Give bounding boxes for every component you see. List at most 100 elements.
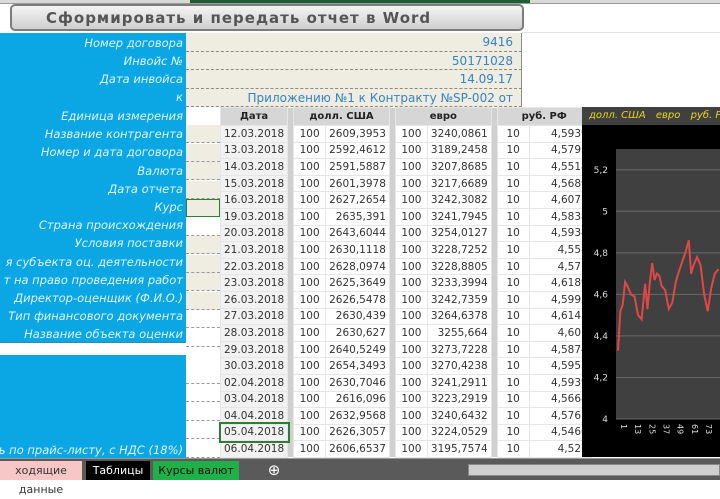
table-cell[interactable]: 3240,0861	[426, 125, 492, 143]
form-input-cell[interactable]	[186, 162, 220, 180]
invoice-number-field[interactable]: 50171028	[186, 51, 522, 70]
contract-number-field[interactable]: 9416	[186, 33, 522, 52]
form-input-cell[interactable]	[186, 421, 220, 439]
table-cell[interactable]: 10	[496, 307, 530, 326]
table-cell[interactable]: 20.03.2018	[219, 224, 289, 243]
table-cell[interactable]: 100	[394, 274, 428, 292]
table-cell[interactable]: 100	[394, 440, 428, 458]
table-cell[interactable]: 10	[496, 241, 530, 259]
table-cell[interactable]: 100	[293, 257, 327, 276]
table-cell[interactable]: 100	[293, 174, 327, 193]
table-cell[interactable]: 2616,096	[325, 390, 390, 409]
table-cell[interactable]: 3264,6378	[426, 307, 492, 326]
table-cell[interactable]: 2654,3493	[325, 357, 390, 375]
table-cell[interactable]: 23.03.2018	[219, 274, 289, 292]
table-cell[interactable]: 100	[394, 373, 428, 392]
table-cell[interactable]: 100	[293, 423, 327, 442]
tab-tables[interactable]: Таблицы	[86, 461, 150, 480]
generate-word-report-button[interactable]: Сформировать и передать отчет в Word	[10, 4, 524, 31]
table-cell[interactable]: 3207,8685	[426, 158, 492, 176]
table-cell[interactable]: 100	[394, 340, 428, 359]
table-cell[interactable]: 100	[394, 191, 428, 209]
table-cell[interactable]: 100	[293, 141, 327, 160]
table-cell[interactable]: 100	[394, 158, 428, 176]
table-cell[interactable]: 100	[394, 224, 428, 243]
table-cell[interactable]: 2632,9568	[325, 407, 390, 425]
table-cell[interactable]: 2591,5887	[325, 158, 390, 176]
table-cell[interactable]: 22.03.2018	[219, 257, 289, 276]
table-cell[interactable]: 100	[293, 158, 327, 176]
table-cell[interactable]: 100	[293, 191, 327, 209]
table-cell[interactable]: 3241,2911	[426, 373, 492, 392]
table-cell[interactable]: 3195,7574	[426, 440, 492, 458]
appendix-field[interactable]: Приложению №1 к Контракту №SP-002 от 27.…	[186, 88, 522, 123]
add-sheet-icon[interactable]: ⊕	[262, 461, 286, 480]
table-cell[interactable]: 10	[496, 207, 530, 226]
table-cell[interactable]: 10	[496, 340, 530, 359]
table-cell[interactable]: 100	[394, 125, 428, 143]
tab-input-data[interactable]: ходящие данные	[0, 461, 82, 496]
table-cell[interactable]: 100	[394, 174, 428, 193]
table-cell[interactable]: 10	[496, 141, 530, 160]
table-cell[interactable]: 2606,6537	[325, 440, 390, 458]
table-cell[interactable]: 21.03.2018	[219, 241, 289, 259]
table-cell[interactable]: 2635,391	[325, 207, 390, 226]
table-cell[interactable]: 10	[496, 174, 530, 193]
table-cell[interactable]: 100	[293, 390, 327, 409]
table-cell[interactable]: 03.04.2018	[219, 390, 289, 409]
table-cell[interactable]: 100	[293, 207, 327, 226]
form-input-cell[interactable]	[186, 365, 220, 384]
table-cell[interactable]: 2626,5478	[325, 290, 390, 309]
table-cell[interactable]: 3255,664	[426, 324, 492, 342]
table-cell[interactable]: 100	[394, 390, 428, 409]
table-cell[interactable]: 10	[496, 158, 530, 176]
table-cell[interactable]: 3217,6689	[426, 174, 492, 193]
table-cell[interactable]: 100	[293, 407, 327, 425]
table-cell[interactable]: 2640,5249	[325, 340, 390, 359]
table-cell[interactable]: 2601,3978	[325, 174, 390, 193]
form-input-cell[interactable]	[186, 236, 220, 254]
table-cell[interactable]: 100	[394, 207, 428, 226]
table-cell[interactable]: 06.04.2018	[219, 440, 289, 458]
table-cell[interactable]: 14.03.2018	[219, 158, 289, 176]
table-cell[interactable]: 10	[496, 191, 530, 209]
table-cell[interactable]: 100	[293, 357, 327, 375]
table-cell[interactable]: 3189,2458	[426, 141, 492, 160]
table-cell[interactable]: 16.03.2018	[219, 191, 289, 209]
table-cell[interactable]: 2630,1118	[325, 241, 390, 259]
table-cell[interactable]: 3228,7252	[426, 241, 492, 259]
table-cell[interactable]: 100	[293, 241, 327, 259]
table-cell[interactable]: 30.03.2018	[219, 357, 289, 375]
table-cell[interactable]: 100	[293, 324, 327, 342]
table-cell[interactable]: 3224,0529	[426, 423, 492, 442]
table-cell[interactable]: 02.04.2018	[219, 373, 289, 392]
form-input-cell[interactable]	[186, 328, 220, 347]
form-input-cell[interactable]	[186, 384, 220, 402]
form-input-cell[interactable]	[186, 199, 220, 217]
table-cell[interactable]: 3233,3994	[426, 274, 492, 292]
table-cell[interactable]: 28.03.2018	[219, 324, 289, 342]
table-cell[interactable]: 100	[394, 241, 428, 259]
table-cell[interactable]: 100	[293, 125, 327, 143]
table-cell[interactable]: 10	[496, 125, 530, 143]
table-cell[interactable]: 2643,6044	[325, 224, 390, 243]
table-cell[interactable]: 10	[496, 373, 530, 392]
table-cell[interactable]: 27.03.2018	[219, 307, 289, 326]
table-cell[interactable]: 04.04.2018	[219, 407, 289, 425]
form-input-cell[interactable]	[186, 143, 220, 162]
table-cell[interactable]: 05.04.2018	[218, 422, 290, 443]
table-cell[interactable]: 2630,7046	[325, 373, 390, 392]
table-cell[interactable]: 10	[496, 390, 530, 409]
table-cell[interactable]: 3242,7359	[426, 290, 492, 309]
table-cell[interactable]: 3228,8805	[426, 257, 492, 276]
table-cell[interactable]: 3242,3082	[426, 191, 492, 209]
table-cell[interactable]: 10	[496, 423, 530, 442]
table-cell[interactable]: 13.03.2018	[219, 141, 289, 160]
form-input-cell[interactable]	[186, 273, 220, 291]
table-cell[interactable]: 10	[496, 257, 530, 276]
table-cell[interactable]: 100	[293, 274, 327, 292]
table-cell[interactable]: 100	[394, 290, 428, 309]
table-cell[interactable]: 100	[394, 423, 428, 442]
form-input-cell[interactable]	[186, 402, 220, 421]
table-cell[interactable]: 10	[496, 407, 530, 425]
